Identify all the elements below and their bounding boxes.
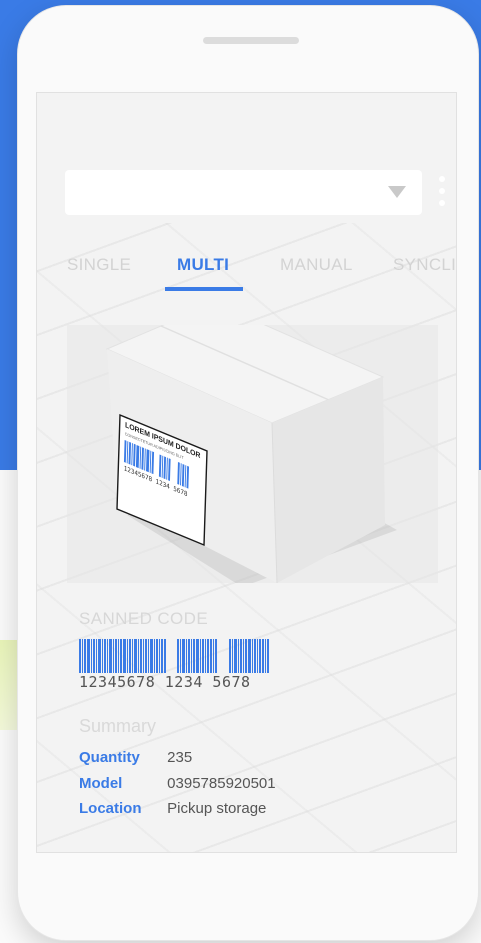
summary-key: Model [79,775,123,792]
phone-frame: SINGLE MULTI MANUAL SYNCLIS [18,6,478,940]
scanned-code-title: SANNED CODE [79,609,209,628]
barcode-bars [79,639,269,673]
summary-value: 235 [167,749,193,766]
more-vert-icon[interactable] [435,176,449,212]
active-tab-indicator [165,287,243,291]
summary-row-quantity: Quantity 235 [79,749,192,766]
device-select-dropdown[interactable] [65,170,422,215]
tab-manual[interactable]: MANUAL [280,255,353,275]
summary-value: Pickup storage [167,800,267,817]
scanned-barcode: 12345678 1234 5678 [79,639,279,699]
barcode-digits: 12345678 1234 5678 [79,673,251,691]
summary-key: Quantity [79,749,140,766]
scan-mode-tabs: SINGLE MULTI MANUAL SYNCLIS [37,243,456,293]
camera-scan-frame: LOREM IPSUM DOLOR CONSECTETUR ADIPISCING… [67,325,438,583]
summary-row-location: Location Pickup storage [79,800,266,817]
summary-title: Summary [79,716,157,736]
phone-speaker [203,37,299,44]
tab-multi[interactable]: MULTI [177,255,229,275]
package-box-illustration: LOREM IPSUM DOLOR CONSECTETUR ADIPISCING… [105,325,397,583]
app-screen: SINGLE MULTI MANUAL SYNCLIS [36,92,457,853]
tab-single[interactable]: SINGLE [67,255,131,275]
tab-synclist[interactable]: SYNCLIS [393,255,456,275]
summary-value: 0395785920501 [167,775,276,792]
summary-row-model: Model 0395785920501 [79,775,276,792]
dropdown-arrow-icon [388,186,406,198]
summary-key: Location [79,800,142,817]
